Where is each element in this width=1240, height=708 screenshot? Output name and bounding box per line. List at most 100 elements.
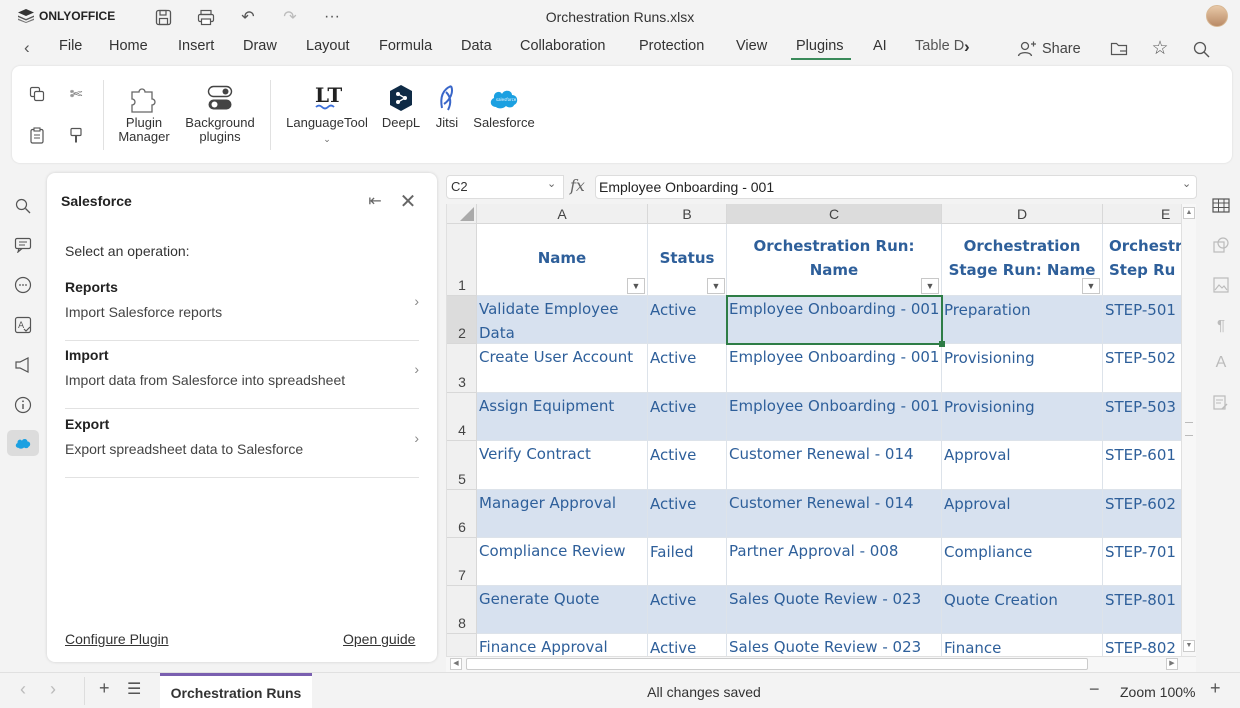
- row-header-4[interactable]: 4: [447, 393, 477, 441]
- tab-insert[interactable]: Insert: [178, 38, 214, 54]
- tab-formula[interactable]: Formula: [379, 38, 432, 54]
- tab-plugins[interactable]: Plugins: [796, 38, 844, 54]
- filter-dropdown-icon[interactable]: ▼: [627, 278, 645, 294]
- operation-import[interactable]: Import Import data from Salesforce into …: [65, 341, 419, 409]
- save-icon[interactable]: [152, 6, 174, 28]
- row-header-8[interactable]: 8: [447, 586, 477, 634]
- cell-status[interactable]: Active: [648, 490, 727, 538]
- format-painter-icon[interactable]: [65, 124, 87, 146]
- cell-name[interactable]: Manager Approval: [477, 490, 648, 538]
- cell-stage-run[interactable]: Provisioning: [942, 393, 1103, 441]
- plugin-manager-button[interactable]: Plugin Manager: [110, 80, 178, 144]
- open-guide-link[interactable]: Open guide: [343, 631, 415, 647]
- cell-stage-run[interactable]: Provisioning: [942, 344, 1103, 393]
- cell-stage-run[interactable]: Approval: [942, 441, 1103, 490]
- favorite-star-icon[interactable]: ☆: [1149, 37, 1171, 59]
- announcement-icon[interactable]: [10, 352, 36, 378]
- column-header-c[interactable]: C: [727, 204, 942, 224]
- select-all-corner[interactable]: [447, 204, 477, 224]
- spellcheck-icon[interactable]: A: [10, 312, 36, 338]
- vertical-scrollbar[interactable]: ▲ ▼: [1181, 204, 1196, 656]
- user-avatar[interactable]: [1206, 5, 1228, 27]
- spreadsheet-grid[interactable]: A B C D E 1 2 3 4 5 6 7 8 Name Status Or…: [446, 204, 1196, 672]
- scroll-left-icon[interactable]: ◀: [450, 658, 462, 670]
- menu-scroll-left-icon[interactable]: ‹: [24, 38, 30, 58]
- search-icon[interactable]: [1190, 38, 1212, 60]
- salesforce-plugin-rail-button[interactable]: [7, 430, 39, 456]
- tab-table-design[interactable]: Table D: [915, 38, 964, 54]
- cell-stage-run[interactable]: Approval: [942, 490, 1103, 538]
- tab-draw[interactable]: Draw: [243, 38, 277, 54]
- cell-name[interactable]: Verify Contract: [477, 441, 648, 490]
- zoom-out-icon[interactable]: −: [1089, 679, 1100, 700]
- function-fx-icon[interactable]: fx: [570, 176, 585, 195]
- header-cell-name[interactable]: Name: [477, 224, 648, 296]
- print-icon[interactable]: [195, 6, 217, 28]
- tab-data[interactable]: Data: [461, 38, 492, 54]
- operation-reports[interactable]: Reports Import Salesforce reports ›: [65, 273, 419, 341]
- menu-scroll-right-icon[interactable]: ›: [964, 37, 970, 57]
- cut-icon[interactable]: ✄: [65, 83, 87, 105]
- row-header-3[interactable]: 3: [447, 344, 477, 393]
- chat-icon[interactable]: [10, 272, 36, 298]
- copy-icon[interactable]: [26, 83, 48, 105]
- cell-status[interactable]: Active: [648, 441, 727, 490]
- previous-sheet-icon[interactable]: ‹: [20, 679, 26, 700]
- row-header-6[interactable]: 6: [447, 490, 477, 538]
- zoom-in-icon[interactable]: +: [1210, 678, 1221, 699]
- formula-input[interactable]: Employee Onboarding - 001 ⌄: [595, 175, 1197, 199]
- background-plugins-button[interactable]: Background plugins: [180, 80, 260, 144]
- zoom-level[interactable]: Zoom 100%: [1120, 684, 1195, 700]
- cell-orchestration-run[interactable]: Employee Onboarding - 001: [727, 296, 942, 344]
- info-icon[interactable]: [10, 392, 36, 418]
- column-header-a[interactable]: A: [477, 204, 648, 224]
- table-settings-icon[interactable]: [1210, 194, 1232, 216]
- paragraph-settings-icon[interactable]: ¶: [1210, 314, 1232, 336]
- cell-stage-run[interactable]: Quote Creation: [942, 586, 1103, 634]
- tab-layout[interactable]: Layout: [306, 38, 350, 54]
- cell-status[interactable]: Failed: [648, 538, 727, 586]
- expand-formula-icon[interactable]: ⌄: [1182, 177, 1191, 190]
- chevron-down-icon[interactable]: ⌄: [547, 177, 556, 190]
- scroll-right-icon[interactable]: ▶: [1166, 658, 1178, 670]
- filter-dropdown-icon[interactable]: ▼: [707, 278, 725, 294]
- tab-file[interactable]: File: [59, 38, 82, 54]
- header-cell-orchestration-stage-run[interactable]: Orchestration Stage Run: Name: [942, 224, 1103, 296]
- scroll-thumb-grip[interactable]: [1185, 422, 1193, 436]
- column-header-b[interactable]: B: [648, 204, 727, 224]
- shape-settings-icon[interactable]: [1210, 234, 1232, 256]
- text-art-settings-icon[interactable]: A: [1210, 352, 1232, 374]
- tab-protection[interactable]: Protection: [639, 38, 704, 54]
- cell-status[interactable]: Active: [648, 296, 727, 344]
- cell-name[interactable]: Compliance Review: [477, 538, 648, 586]
- cell-orchestration-run[interactable]: Partner Approval - 008: [727, 538, 942, 586]
- scroll-up-icon[interactable]: ▲: [1183, 207, 1195, 219]
- scroll-down-icon[interactable]: ▼: [1183, 640, 1195, 652]
- cell-status[interactable]: Active: [648, 344, 727, 393]
- signature-settings-icon[interactable]: [1210, 392, 1232, 414]
- cell-name[interactable]: Generate Quote: [477, 586, 648, 634]
- cell-status[interactable]: Active: [648, 586, 727, 634]
- comments-icon[interactable]: [10, 232, 36, 258]
- configure-plugin-link[interactable]: Configure Plugin: [65, 631, 169, 647]
- languagetool-button[interactable]: LT LanguageTool ⌄: [282, 80, 372, 146]
- cell-stage-run[interactable]: Compliance: [942, 538, 1103, 586]
- row-header-1[interactable]: 1: [447, 224, 477, 296]
- paste-icon[interactable]: [26, 124, 48, 146]
- filter-dropdown-icon[interactable]: ▼: [921, 278, 939, 294]
- collapse-panel-icon[interactable]: ⇤: [363, 189, 387, 213]
- row-header-5[interactable]: 5: [447, 441, 477, 490]
- next-sheet-icon[interactable]: ›: [50, 679, 56, 700]
- undo-icon[interactable]: ↶: [237, 6, 259, 28]
- row-header-2[interactable]: 2: [447, 296, 477, 344]
- filter-dropdown-icon[interactable]: ▼: [1082, 278, 1100, 294]
- more-icon[interactable]: ···: [321, 6, 343, 28]
- cell-orchestration-run[interactable]: Employee Onboarding - 001: [727, 393, 942, 441]
- image-settings-icon[interactable]: [1210, 274, 1232, 296]
- tab-view[interactable]: View: [736, 38, 767, 54]
- operation-export[interactable]: Export Export spreadsheet data to Salesf…: [65, 410, 419, 478]
- cell-name[interactable]: Validate Employee Data: [477, 296, 648, 344]
- row-header-7[interactable]: 7: [447, 538, 477, 586]
- sheet-tab-orchestration-runs[interactable]: Orchestration Runs: [160, 673, 312, 708]
- jitsi-button[interactable]: Jitsi: [430, 80, 464, 130]
